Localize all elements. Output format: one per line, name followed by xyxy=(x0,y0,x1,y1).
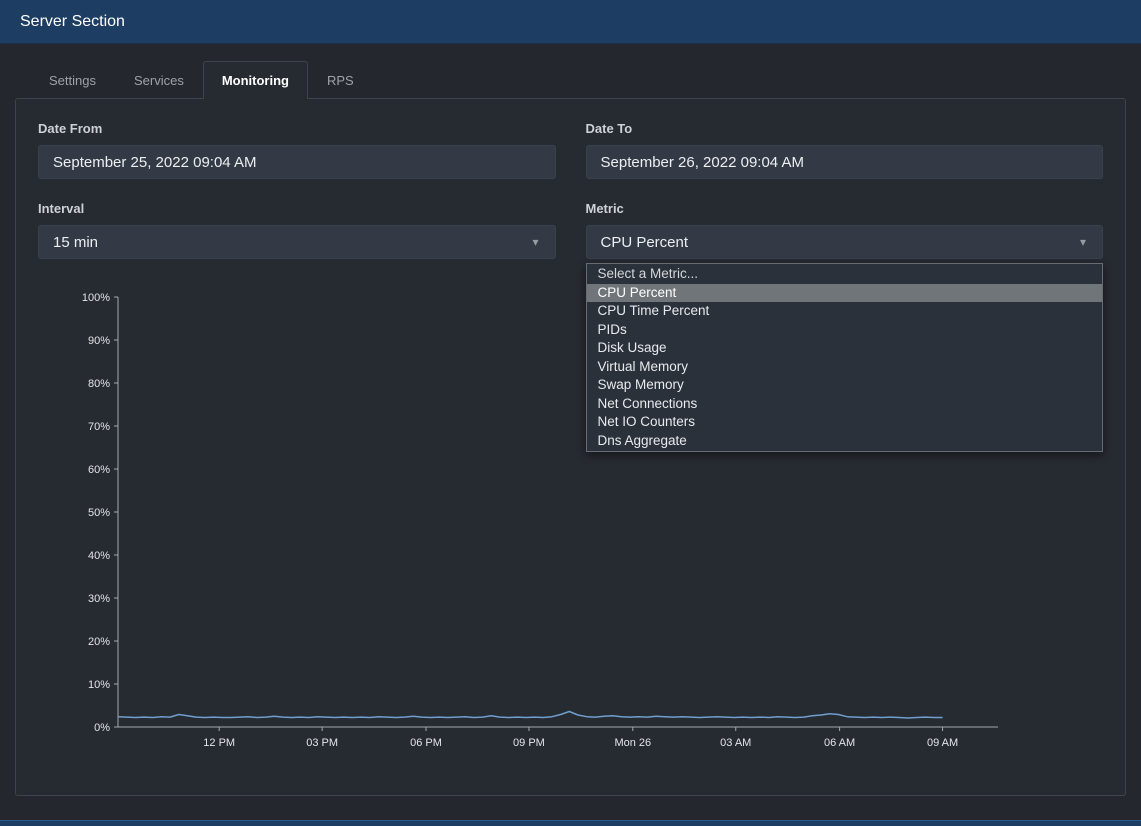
svg-text:09 PM: 09 PM xyxy=(513,737,545,749)
metric-option-disk-usage[interactable]: Disk Usage xyxy=(587,339,1103,358)
svg-text:70%: 70% xyxy=(88,421,110,433)
metric-option-virtual-memory[interactable]: Virtual Memory xyxy=(587,358,1103,377)
date-from-field: Date From xyxy=(38,121,556,179)
metric-select[interactable]: CPU Percent ▾ xyxy=(586,225,1104,259)
tab-monitoring[interactable]: Monitoring xyxy=(203,61,308,99)
date-from-input[interactable] xyxy=(38,145,556,179)
svg-text:20%: 20% xyxy=(88,636,110,648)
tab-bar: Settings Services Monitoring RPS xyxy=(15,61,1126,98)
date-to-label: Date To xyxy=(586,121,1104,136)
svg-text:100%: 100% xyxy=(82,292,110,304)
date-from-label: Date From xyxy=(38,121,556,136)
bottom-bar xyxy=(0,820,1141,826)
chevron-down-icon: ▾ xyxy=(1080,235,1086,249)
tab-services[interactable]: Services xyxy=(115,61,203,99)
date-to-field: Date To xyxy=(586,121,1104,179)
header: Server Section xyxy=(0,0,1141,44)
svg-text:30%: 30% xyxy=(88,593,110,605)
svg-text:09 AM: 09 AM xyxy=(927,737,958,749)
svg-text:40%: 40% xyxy=(88,550,110,562)
date-to-input[interactable] xyxy=(586,145,1104,179)
interval-selected-value: 15 min xyxy=(53,234,98,251)
metric-option-cpu-time-percent[interactable]: CPU Time Percent xyxy=(587,302,1103,321)
svg-text:03 AM: 03 AM xyxy=(720,737,751,749)
metric-option-placeholder[interactable]: Select a Metric... xyxy=(587,265,1103,284)
tab-rps[interactable]: RPS xyxy=(308,61,373,99)
metric-option-pids[interactable]: PIDs xyxy=(587,321,1103,340)
interval-label: Interval xyxy=(38,201,556,216)
svg-text:06 PM: 06 PM xyxy=(410,737,442,749)
svg-text:06 AM: 06 AM xyxy=(824,737,855,749)
svg-text:10%: 10% xyxy=(88,679,110,691)
metric-option-dns-aggregate[interactable]: Dns Aggregate xyxy=(587,432,1103,451)
metric-field: Metric CPU Percent ▾ Select a Metric... … xyxy=(586,201,1104,259)
interval-select[interactable]: 15 min ▾ xyxy=(38,225,556,259)
svg-text:03 PM: 03 PM xyxy=(306,737,338,749)
page-title: Server Section xyxy=(20,13,125,31)
metric-option-net-io-counters[interactable]: Net IO Counters xyxy=(587,413,1103,432)
filter-form: Date From Date To Interval 15 min ▾ Metr… xyxy=(38,121,1103,259)
metric-option-swap-memory[interactable]: Swap Memory xyxy=(587,376,1103,395)
metric-selected-value: CPU Percent xyxy=(601,234,689,251)
svg-text:12 PM: 12 PM xyxy=(203,737,235,749)
monitoring-panel: Date From Date To Interval 15 min ▾ Metr… xyxy=(15,98,1126,796)
chevron-down-icon: ▾ xyxy=(532,235,538,249)
svg-text:60%: 60% xyxy=(88,464,110,476)
metric-option-net-connections[interactable]: Net Connections xyxy=(587,395,1103,414)
svg-text:50%: 50% xyxy=(88,507,110,519)
tab-settings[interactable]: Settings xyxy=(30,61,115,99)
svg-text:Mon 26: Mon 26 xyxy=(614,737,651,749)
svg-text:0%: 0% xyxy=(94,722,110,734)
svg-text:90%: 90% xyxy=(88,335,110,347)
interval-field: Interval 15 min ▾ xyxy=(38,201,556,259)
metric-label: Metric xyxy=(586,201,1104,216)
content: Settings Services Monitoring RPS Date Fr… xyxy=(0,61,1141,796)
metric-dropdown: Select a Metric... CPU Percent CPU Time … xyxy=(586,263,1104,452)
svg-text:80%: 80% xyxy=(88,378,110,390)
metric-option-cpu-percent[interactable]: CPU Percent xyxy=(587,284,1103,303)
